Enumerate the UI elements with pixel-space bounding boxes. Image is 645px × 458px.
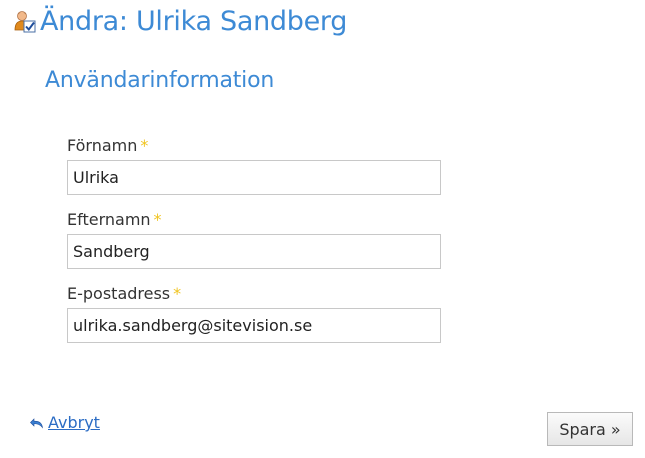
section-title: Användarinformation	[45, 68, 275, 93]
cancel-link[interactable]: Avbryt	[29, 413, 100, 432]
page-title: Ändra: Ulrika Sandberg	[40, 6, 348, 37]
last-name-label: Efternamn *	[67, 210, 162, 229]
required-marker: *	[153, 210, 162, 229]
required-marker: *	[140, 136, 149, 155]
email-field: E-postadress *	[67, 284, 441, 343]
email-label: E-postadress *	[67, 284, 182, 303]
undo-icon	[29, 415, 45, 431]
save-button[interactable]: Spara »	[547, 412, 633, 446]
first-name-input[interactable]	[67, 160, 441, 195]
first-name-label: Förnamn *	[67, 136, 149, 155]
last-name-input[interactable]	[67, 234, 441, 269]
first-name-field: Förnamn *	[67, 136, 441, 195]
page-header: Ändra: Ulrika Sandberg	[14, 6, 347, 37]
cancel-label: Avbryt	[48, 413, 100, 432]
last-name-field: Efternamn *	[67, 210, 441, 269]
user-edit-icon	[14, 10, 36, 34]
required-marker: *	[173, 284, 182, 303]
email-input[interactable]	[67, 308, 441, 343]
